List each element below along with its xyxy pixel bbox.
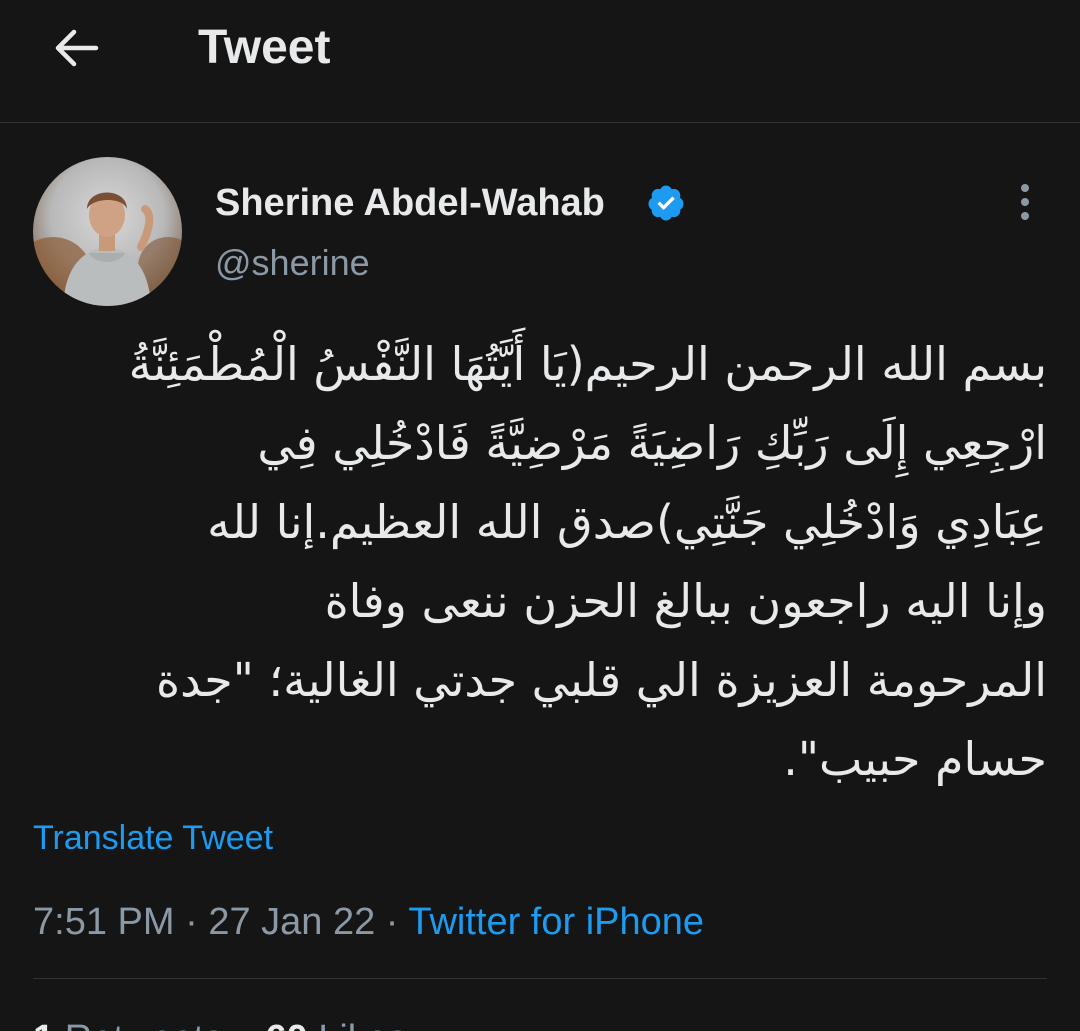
- likes-stat[interactable]: 60 Likes: [265, 1018, 407, 1031]
- likes-label: Likes: [318, 1018, 407, 1031]
- top-bar: Tweet: [0, 0, 1080, 123]
- author-display-name[interactable]: Sherine Abdel-Wahab: [215, 180, 605, 226]
- translate-tweet-link[interactable]: Translate Tweet: [33, 815, 273, 861]
- more-vertical-icon: [1021, 184, 1029, 220]
- retweets-stat[interactable]: 1 Retweets: [33, 1018, 223, 1031]
- tweet-date[interactable]: 27 Jan 22: [208, 901, 375, 943]
- more-options-button[interactable]: [1003, 178, 1047, 226]
- author-handle[interactable]: @sherine: [215, 240, 370, 286]
- retweets-count: 1: [33, 1018, 54, 1031]
- retweets-label: Retweets: [65, 1018, 223, 1031]
- back-button[interactable]: [44, 18, 108, 78]
- verified-badge-icon: [648, 185, 684, 221]
- avatar[interactable]: [33, 157, 182, 306]
- meta-separator: ·: [185, 901, 198, 943]
- meta-separator: ·: [385, 901, 399, 943]
- tweet-source-link[interactable]: Twitter for iPhone: [408, 901, 704, 943]
- tweet-metadata: 7:51 PM · 27 Jan 22 · Twitter for iPhone: [33, 898, 704, 946]
- tweet-time[interactable]: 7:51 PM: [33, 901, 175, 943]
- arrow-left-icon: [55, 29, 99, 67]
- tweet-stats: 1 Retweets 60 Likes: [33, 1015, 407, 1031]
- likes-count: 60: [265, 1018, 307, 1031]
- page-title: Tweet: [198, 21, 331, 74]
- tweet-text: بسم الله الرحمن الرحيم(يَا أَيَّتُهَا ال…: [128, 337, 1047, 786]
- divider: [33, 978, 1047, 979]
- profile-photo: [33, 157, 182, 306]
